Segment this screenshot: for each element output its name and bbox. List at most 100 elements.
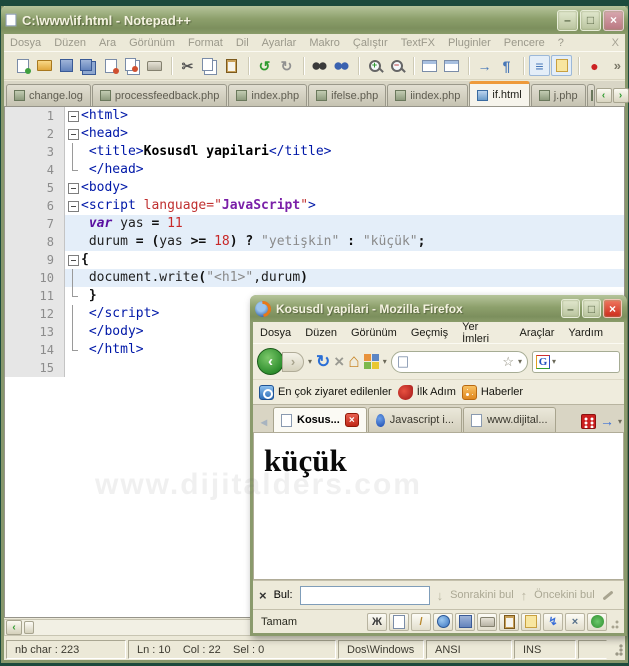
tab-close-icon[interactable]: × xyxy=(344,413,359,427)
editor-tab[interactable]: ifelse.php xyxy=(308,84,387,106)
highlight-all-icon[interactable] xyxy=(602,589,614,601)
history-dropdown-icon[interactable]: ▾ xyxy=(308,357,312,366)
menu-item[interactable]: Yardım xyxy=(568,327,603,339)
redo-icon[interactable]: ↻ xyxy=(276,55,297,76)
editor-tab[interactable]: if.html xyxy=(469,81,530,106)
menu-item[interactable]: Ayarlar xyxy=(262,37,297,49)
doc-switcher-icon[interactable]: ≡ xyxy=(529,55,550,76)
extension-grid-icon[interactable] xyxy=(580,413,596,429)
menu-item[interactable]: ? xyxy=(558,37,564,49)
location-bar[interactable]: ☆ ▾ xyxy=(390,350,528,373)
bookmark-star-icon[interactable]: ☆ xyxy=(502,354,514,370)
reload-button[interactable]: ↻ xyxy=(316,353,330,370)
edit-pencil-icon[interactable]: / xyxy=(411,612,431,631)
new-page-icon[interactable] xyxy=(389,612,409,631)
bookmark-item[interactable]: İlk Adım xyxy=(397,384,456,400)
find-icon[interactable] xyxy=(309,55,330,76)
save-icon[interactable] xyxy=(455,612,475,631)
home-button[interactable]: ⌂ xyxy=(348,352,359,371)
menu-item[interactable]: Pluginler xyxy=(448,37,491,49)
notepadpp-titlebar[interactable]: C:\www\if.html - Notepad++ – □ × xyxy=(1,6,628,34)
find-next-arrow-icon[interactable]: ↓ xyxy=(437,588,444,603)
paste-icon[interactable] xyxy=(221,55,242,76)
menu-item[interactable]: Geçmiş xyxy=(411,327,448,339)
replace-icon[interactable] xyxy=(331,55,352,76)
cut-icon[interactable]: ✂ xyxy=(177,55,198,76)
fold-marker[interactable] xyxy=(65,125,81,143)
urlbar-dropdown-icon[interactable]: ▾ xyxy=(518,357,522,366)
toolbar-overflow-icon[interactable]: » xyxy=(614,58,621,73)
close-icon[interactable] xyxy=(100,55,121,76)
editor-tab[interactable]: change.log xyxy=(6,84,91,106)
editor-tab[interactable]: i xyxy=(586,84,595,106)
fold-marker[interactable] xyxy=(65,197,81,215)
sync-horizontal-icon[interactable] xyxy=(441,55,462,76)
zoom-out-icon[interactable]: − xyxy=(386,55,407,76)
scrollbar-left-arrow[interactable]: ‹ xyxy=(6,620,22,635)
menu-item[interactable]: Düzen xyxy=(305,327,337,339)
editor-tab[interactable]: iindex.php xyxy=(387,84,469,106)
menu-item[interactable]: Dosya xyxy=(10,37,41,49)
all-tabs-dropdown-icon[interactable]: ▾ xyxy=(618,417,622,426)
browser-tab[interactable]: Kosus... × xyxy=(273,407,367,432)
browser-tab[interactable]: www.dijital... xyxy=(462,407,556,432)
copy-icon[interactable] xyxy=(199,55,220,76)
open-icon[interactable] xyxy=(34,55,55,76)
new-file-icon[interactable] xyxy=(12,55,33,76)
minimize-button[interactable]: – xyxy=(557,9,578,31)
menu-item[interactable]: Pencere xyxy=(504,37,545,49)
fold-marker[interactable] xyxy=(65,179,81,197)
menu-item[interactable]: Çalıştır xyxy=(353,37,388,49)
info-icon[interactable] xyxy=(587,612,607,631)
fold-marker[interactable] xyxy=(65,107,81,125)
menu-item[interactable]: Görünüm xyxy=(351,327,397,339)
editor-tab[interactable]: j.php xyxy=(530,84,586,106)
search-engine-dropdown-icon[interactable]: ▾ xyxy=(552,357,556,366)
menu-item[interactable]: Yer İmleri xyxy=(462,321,505,345)
clipboard-icon[interactable] xyxy=(499,612,519,631)
scrollbar-thumb[interactable] xyxy=(24,621,34,634)
sync-vertical-icon[interactable] xyxy=(419,55,440,76)
browser-tab[interactable]: Javascript i... xyxy=(367,407,462,432)
maximize-button[interactable]: □ xyxy=(580,9,601,31)
tab-scroll-left-button[interactable]: ‹ xyxy=(595,88,612,103)
tab-scroll-left-icon[interactable]: ◂ xyxy=(255,412,273,432)
lightning-icon[interactable]: ↯ xyxy=(543,612,563,631)
search-box[interactable]: G ▾ xyxy=(532,350,620,373)
find-prev-arrow-icon[interactable]: ↑ xyxy=(521,588,528,603)
forward-button[interactable]: › xyxy=(282,351,304,372)
tab-scroll-right-button[interactable]: › xyxy=(612,88,629,103)
back-button[interactable]: ‹ xyxy=(257,348,284,375)
stop-button[interactable]: × xyxy=(334,353,344,370)
menu-item[interactable]: Ara xyxy=(99,37,116,49)
close-all-icon[interactable] xyxy=(122,55,143,76)
bookmark-item[interactable]: En çok ziyaret edilenler xyxy=(259,384,392,400)
bookmark-item[interactable]: Haberler xyxy=(461,384,523,400)
doc-close-icon[interactable]: X xyxy=(612,37,619,49)
ff-resize-grip[interactable] xyxy=(610,612,620,631)
undo-icon[interactable]: ↺ xyxy=(254,55,275,76)
ff-maximize-button[interactable]: □ xyxy=(582,299,601,318)
menu-item[interactable]: Dosya xyxy=(260,327,291,339)
editor-tab[interactable]: index.php xyxy=(228,84,308,106)
menu-item[interactable]: Makro xyxy=(309,37,340,49)
menu-item[interactable]: Düzen xyxy=(54,37,86,49)
find-next-button[interactable]: Sonrakini bul xyxy=(450,589,514,601)
ff-minimize-button[interactable]: – xyxy=(561,299,580,318)
show-all-chars-icon[interactable]: ¶ xyxy=(496,55,517,76)
save-icon[interactable] xyxy=(56,55,77,76)
print-icon[interactable] xyxy=(477,612,497,631)
console-bug-icon[interactable]: Ж xyxy=(367,612,387,631)
macro-record-icon[interactable]: ● xyxy=(584,55,605,76)
resize-grip[interactable] xyxy=(609,638,625,660)
fold-marker[interactable] xyxy=(65,251,81,269)
menu-item[interactable]: Format xyxy=(188,37,223,49)
menu-item[interactable]: Görünüm xyxy=(129,37,175,49)
close-button[interactable]: × xyxy=(603,9,624,31)
findbar-close-icon[interactable]: × xyxy=(259,588,267,603)
zoom-in-icon[interactable]: + xyxy=(364,55,385,76)
tools-icon[interactable]: × xyxy=(565,612,585,631)
tab-scroll-right-icon[interactable]: → xyxy=(600,413,614,429)
ff-close-button[interactable]: × xyxy=(603,299,622,318)
note-icon[interactable] xyxy=(521,612,541,631)
